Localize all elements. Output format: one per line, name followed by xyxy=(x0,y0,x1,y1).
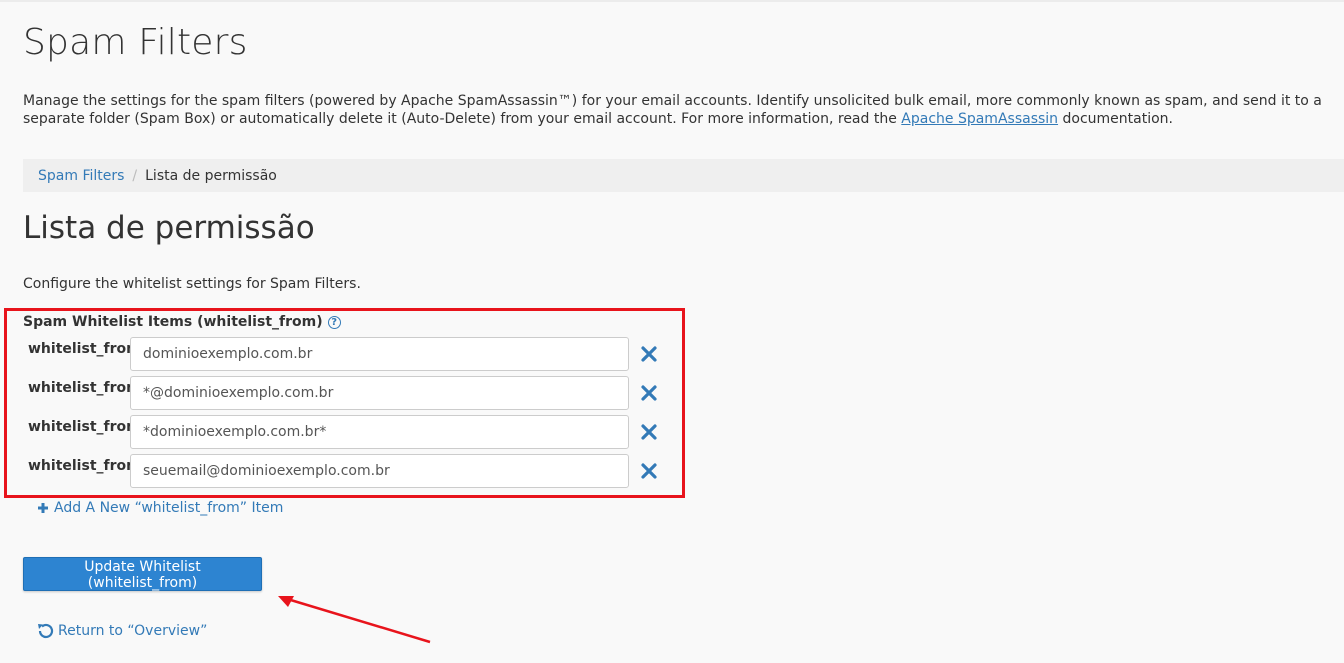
breadcrumb-spam-filters[interactable]: Spam Filters xyxy=(38,168,124,184)
update-whitelist-button[interactable]: Update Whitelist (whitelist_from) xyxy=(23,557,262,591)
close-icon[interactable] xyxy=(640,462,658,480)
plus-icon xyxy=(38,503,48,513)
section-title: Lista de permissão xyxy=(23,210,315,246)
whitelist-row: whitelist_from xyxy=(28,337,668,371)
page-title: Spam Filters xyxy=(23,22,248,63)
return-to-overview-label: Return to “Overview” xyxy=(58,623,208,639)
spamassassin-doc-link[interactable]: Apache SpamAssassin xyxy=(901,111,1058,127)
top-border xyxy=(0,0,1344,2)
whitelist-items-label-text: Spam Whitelist Items (whitelist_from) xyxy=(23,314,323,330)
whitelist-row: whitelist_from xyxy=(28,376,668,410)
whitelist-row-label: whitelist_from xyxy=(28,341,141,357)
help-icon[interactable]: ? xyxy=(327,315,341,329)
close-icon[interactable] xyxy=(640,345,658,363)
whitelist-row-label: whitelist_from xyxy=(28,458,141,474)
whitelist-input[interactable] xyxy=(130,337,629,371)
undo-icon xyxy=(38,623,54,639)
annotation-arrow xyxy=(278,596,431,644)
intro-suffix: documentation. xyxy=(1058,111,1173,127)
whitelist-items-label: Spam Whitelist Items (whitelist_from) ? xyxy=(23,314,341,330)
breadcrumb: Spam Filters / Lista de permissão xyxy=(23,159,1344,192)
whitelist-row: whitelist_from xyxy=(28,415,668,449)
close-icon[interactable] xyxy=(640,423,658,441)
page-intro: Manage the settings for the spam filters… xyxy=(23,92,1333,128)
whitelist-input[interactable] xyxy=(130,415,629,449)
whitelist-input[interactable] xyxy=(130,376,629,410)
close-icon[interactable] xyxy=(640,384,658,402)
add-whitelist-item-link[interactable]: Add A New “whitelist_from” Item xyxy=(37,500,283,516)
breadcrumb-separator: / xyxy=(132,167,138,184)
whitelist-row: whitelist_from xyxy=(28,454,668,488)
return-to-overview-link[interactable]: Return to “Overview” xyxy=(36,622,207,640)
whitelist-row-label: whitelist_from xyxy=(28,380,141,396)
whitelist-input[interactable] xyxy=(130,454,629,488)
section-description: Configure the whitelist settings for Spa… xyxy=(23,276,361,292)
whitelist-row-label: whitelist_from xyxy=(28,419,141,435)
breadcrumb-current: Lista de permissão xyxy=(145,167,277,184)
add-whitelist-item-label: Add A New “whitelist_from” Item xyxy=(54,500,284,516)
